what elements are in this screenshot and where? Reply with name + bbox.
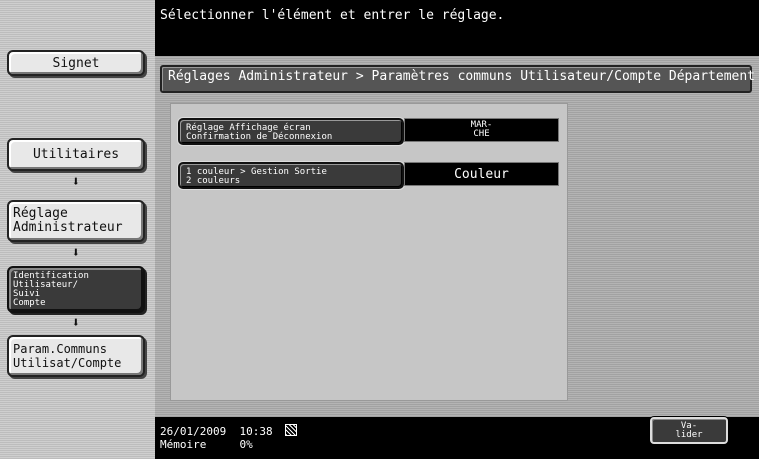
- breadcrumb: Réglages Administrateur > Paramètres com…: [168, 69, 755, 84]
- setting-label: 2 couleurs: [186, 176, 241, 186]
- sidebar-item-label: Compte: [13, 297, 46, 308]
- valider-label: lider: [675, 429, 703, 440]
- sidebar-item-label: Réglage: [13, 206, 68, 221]
- memory-readout: Mémoire 0%: [160, 438, 253, 451]
- sidebar-item-label: Param.Communs: [13, 342, 107, 356]
- sidebar-item-label: Utilitaires: [32, 147, 120, 162]
- setting-logout-confirmation-button[interactable]: Réglage Affichage écran Confirmation de …: [178, 118, 404, 145]
- settings-area: [170, 103, 568, 401]
- sidebar-item-identification-utilisateur[interactable]: Identification Utilisateur/ Suivi Compte: [7, 266, 145, 313]
- date-text: 26/01/2009: [160, 425, 227, 438]
- memory-value: 0%: [239, 438, 253, 451]
- down-arrow-icon: ⬇: [71, 174, 81, 190]
- setting-label: Confirmation de Déconnexion: [186, 132, 333, 142]
- datetime-readout: 26/01/2009 10:38: [160, 424, 298, 438]
- setting-value-logout-confirmation: MAR- CHE: [404, 118, 559, 142]
- setting-color-output-button[interactable]: 1 couleur > Gestion Sortie 2 couleurs: [178, 162, 404, 189]
- down-arrow-icon: ⬇: [71, 315, 81, 331]
- memory-label: Mémoire: [160, 438, 207, 451]
- sidebar-item-param-communs[interactable]: Param.Communs Utilisat/Compte: [7, 335, 145, 377]
- signet-label: Signet: [52, 55, 100, 71]
- instruction-text: Sélectionner l'élément et entrer le régl…: [160, 8, 505, 23]
- signet-button[interactable]: Signet: [7, 50, 145, 76]
- network-icon: [285, 424, 298, 436]
- valider-button[interactable]: Va- lider: [650, 417, 728, 444]
- sidebar-item-label: Administrateur: [13, 220, 123, 235]
- sidebar-item-utilitaires[interactable]: Utilitaires: [7, 138, 145, 171]
- down-arrow-icon: ⬇: [71, 245, 81, 261]
- sidebar-item-reglage-administrateur[interactable]: Réglage Administrateur: [7, 200, 145, 242]
- sidebar-item-label: Utilisat/Compte: [13, 356, 122, 370]
- time-text: 10:38: [239, 425, 273, 438]
- setting-value-color-output: Couleur: [404, 162, 559, 186]
